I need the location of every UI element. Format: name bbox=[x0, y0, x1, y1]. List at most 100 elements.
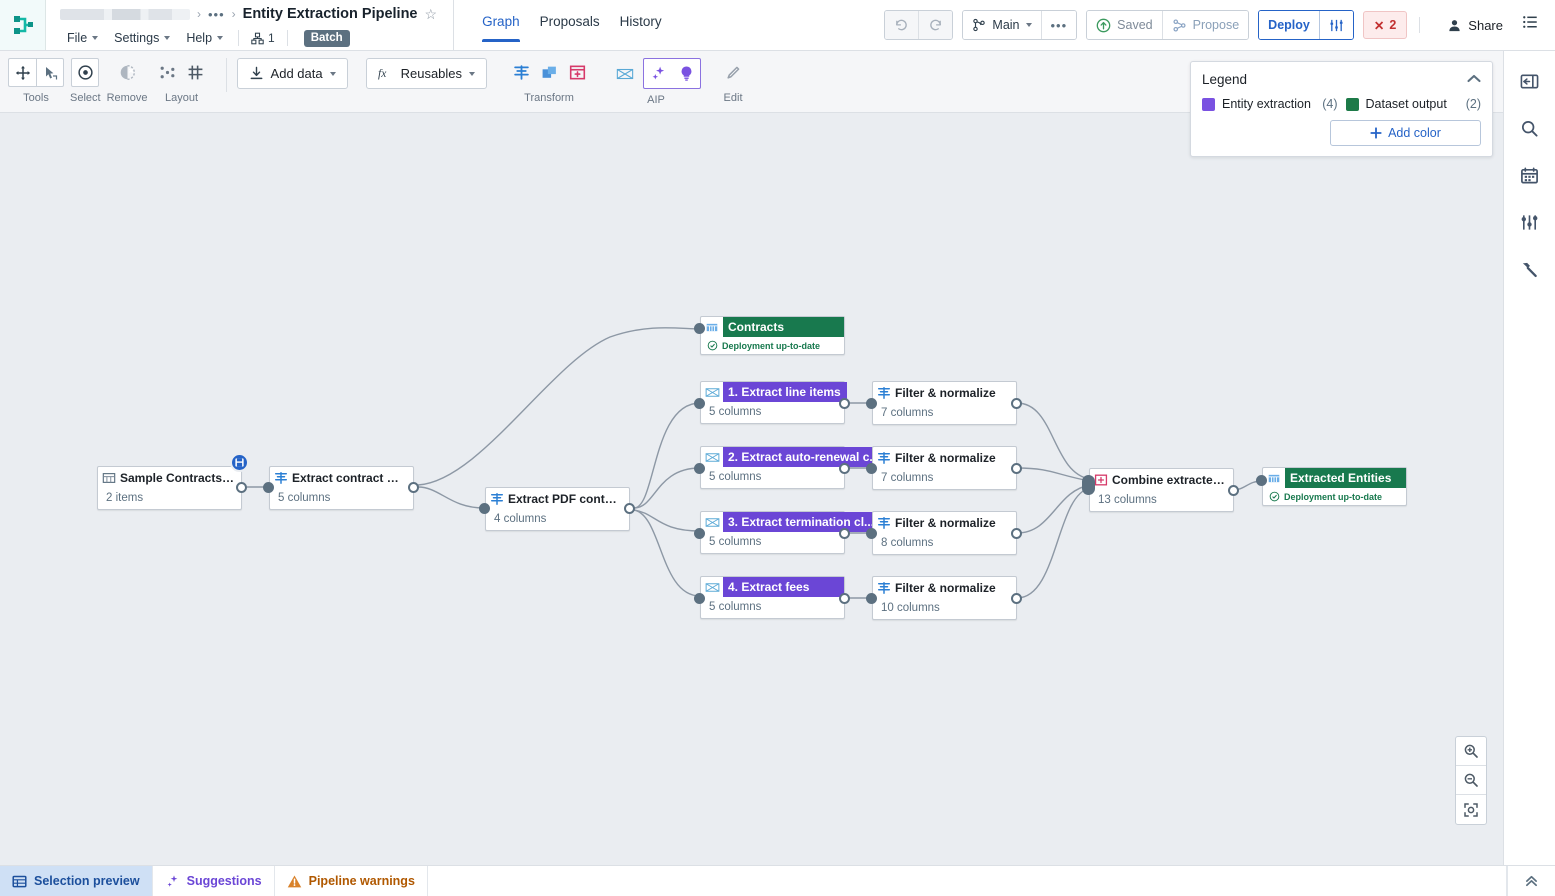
node-output-port[interactable] bbox=[839, 398, 850, 409]
pointer-select-icon[interactable] bbox=[36, 58, 64, 87]
aip-bulb-icon[interactable] bbox=[672, 59, 700, 88]
propose-icon bbox=[1172, 18, 1187, 33]
node-contracts-output[interactable]: Contracts Deployment up-to-date bbox=[700, 316, 845, 355]
node-extract-termination-clause[interactable]: 3. Extract termination cl... 5 columns bbox=[700, 511, 845, 554]
branch-selector[interactable]: Main bbox=[963, 11, 1041, 39]
remove-node-icon[interactable] bbox=[113, 58, 141, 87]
node-output-port[interactable] bbox=[624, 503, 635, 514]
zoom-in-button[interactable] bbox=[1456, 737, 1486, 766]
node-combine-extracted-entities[interactable]: Combine extracted entiti... 13 columns bbox=[1089, 468, 1234, 512]
app-logo[interactable] bbox=[0, 0, 46, 50]
grid-layout-icon[interactable] bbox=[182, 58, 210, 87]
target-select-icon[interactable] bbox=[71, 58, 99, 87]
bottom-tab-selection-preview[interactable]: Selection preview bbox=[0, 866, 153, 896]
propose-button[interactable]: Propose bbox=[1163, 11, 1249, 39]
batch-tag[interactable]: Batch bbox=[304, 30, 350, 47]
node-input-port[interactable] bbox=[1256, 475, 1267, 486]
pencil-edit-icon[interactable] bbox=[719, 58, 747, 87]
toolbar-divider-1 bbox=[226, 58, 227, 92]
node-input-port[interactable] bbox=[866, 528, 877, 539]
fit-to-screen-button[interactable] bbox=[1456, 795, 1486, 824]
legend-collapse-button[interactable] bbox=[1467, 70, 1481, 88]
node-sample-contracts-media[interactable]: Sample Contracts Media ... 2 items bbox=[97, 466, 242, 510]
branch-more-button[interactable]: ••• bbox=[1042, 11, 1077, 39]
node-filter-normalize-2[interactable]: Filter & normalize 7 columns bbox=[872, 446, 1017, 490]
node-extracted-entities-output[interactable]: Extracted Entities Deployment up-to-date bbox=[1262, 467, 1407, 506]
add-color-button[interactable]: Add color bbox=[1330, 120, 1481, 146]
node-title: Filter & normalize bbox=[895, 516, 1002, 530]
favorite-star-icon[interactable]: ☆ bbox=[425, 6, 438, 23]
legend-panel[interactable]: Legend Entity extraction (4) Dataset out… bbox=[1190, 61, 1493, 157]
node-extract-fees[interactable]: 4. Extract fees 5 columns bbox=[700, 576, 845, 619]
node-output-port[interactable] bbox=[1011, 593, 1022, 604]
move-tool-icon[interactable] bbox=[8, 58, 36, 87]
aip-sparkle-icon[interactable] bbox=[644, 59, 672, 88]
redo-button[interactable] bbox=[919, 11, 952, 39]
node-input-port[interactable] bbox=[866, 593, 877, 604]
node-input-port[interactable] bbox=[694, 323, 705, 334]
saved-dataset-badge[interactable] bbox=[230, 453, 249, 472]
error-count-button[interactable]: ✕ 2 bbox=[1363, 11, 1407, 39]
node-input-port[interactable] bbox=[263, 482, 274, 493]
node-input-port[interactable] bbox=[694, 398, 705, 409]
node-input-port[interactable] bbox=[479, 503, 490, 514]
legend-item-dataset-output[interactable]: Dataset output (2) bbox=[1346, 97, 1482, 111]
saved-button[interactable]: Saved bbox=[1087, 11, 1162, 39]
aip-extract-icon[interactable] bbox=[611, 59, 639, 88]
node-multi-input-port[interactable] bbox=[1082, 475, 1095, 495]
bottom-tab-label: Pipeline warnings bbox=[309, 874, 415, 888]
reusables-button[interactable]: fx Reusables bbox=[366, 58, 487, 89]
node-extract-contract-metadata[interactable]: Extract contract metadat... 5 columns bbox=[269, 466, 414, 510]
node-extract-pdf-contents[interactable]: Extract PDF contents by ... 4 columns bbox=[485, 487, 630, 531]
node-output-port[interactable] bbox=[1011, 398, 1022, 409]
deploy-button[interactable]: Deploy bbox=[1259, 11, 1320, 39]
hammer-icon[interactable] bbox=[1515, 255, 1545, 283]
graph-canvas[interactable]: Sample Contracts Media ... 2 items Extra… bbox=[0, 113, 1503, 865]
calendar-icon[interactable] bbox=[1515, 161, 1545, 189]
menu-file[interactable]: File bbox=[60, 29, 104, 47]
node-output-port[interactable] bbox=[408, 482, 419, 493]
node-filter-normalize-3[interactable]: Filter & normalize 8 columns bbox=[872, 511, 1017, 555]
add-column-icon[interactable] bbox=[563, 58, 591, 87]
breadcrumb-overflow[interactable]: ••• bbox=[208, 7, 225, 22]
share-button[interactable]: Share bbox=[1438, 18, 1512, 33]
node-extract-line-items[interactable]: 1. Extract line items 5 columns bbox=[700, 381, 845, 424]
node-input-port[interactable] bbox=[694, 463, 705, 474]
branch-count-chip[interactable]: 1 bbox=[248, 31, 278, 45]
rail-search-icon[interactable] bbox=[1515, 114, 1545, 142]
deploy-settings-button[interactable] bbox=[1320, 11, 1353, 39]
node-extract-auto-renewal[interactable]: 2. Extract auto-renewal c... 5 columns bbox=[700, 446, 845, 489]
bottom-panel-collapse-button[interactable] bbox=[1507, 866, 1555, 896]
node-output-port[interactable] bbox=[1228, 485, 1239, 496]
zoom-out-button[interactable] bbox=[1456, 766, 1486, 795]
node-output-port[interactable] bbox=[236, 482, 247, 493]
menu-help[interactable]: Help bbox=[179, 29, 229, 47]
bottom-tab-suggestions[interactable]: Suggestions bbox=[153, 866, 275, 896]
tab-proposals[interactable]: Proposals bbox=[530, 14, 610, 42]
menu-settings[interactable]: Settings bbox=[107, 29, 176, 47]
node-filter-normalize-4[interactable]: Filter & normalize 10 columns bbox=[872, 576, 1017, 620]
node-input-port[interactable] bbox=[866, 398, 877, 409]
transform-filter-icon[interactable] bbox=[507, 58, 535, 87]
panel-collapse-icon[interactable] bbox=[1515, 67, 1545, 95]
bottom-tab-pipeline-warnings[interactable]: Pipeline warnings bbox=[275, 866, 428, 896]
tab-history[interactable]: History bbox=[610, 14, 672, 42]
list-menu-button[interactable] bbox=[1512, 14, 1545, 36]
node-filter-normalize-1[interactable]: Filter & normalize 7 columns bbox=[872, 381, 1017, 425]
node-output-port[interactable] bbox=[1011, 528, 1022, 539]
node-input-port[interactable] bbox=[694, 528, 705, 539]
add-data-button[interactable]: Add data bbox=[237, 58, 348, 89]
tab-graph[interactable]: Graph bbox=[472, 14, 530, 42]
node-input-port[interactable] bbox=[694, 593, 705, 604]
node-output-port[interactable] bbox=[839, 463, 850, 474]
node-input-port[interactable] bbox=[866, 463, 877, 474]
rail-sliders-icon[interactable] bbox=[1515, 208, 1545, 236]
legend-item-entity-extraction[interactable]: Entity extraction (4) bbox=[1202, 97, 1338, 111]
scatter-layout-icon[interactable] bbox=[154, 58, 182, 87]
node-output-port[interactable] bbox=[839, 528, 850, 539]
node-output-port[interactable] bbox=[1011, 463, 1022, 474]
undo-button[interactable] bbox=[885, 11, 919, 39]
node-output-port[interactable] bbox=[839, 593, 850, 604]
join-tables-icon[interactable] bbox=[535, 58, 563, 87]
legend-item-label: Entity extraction bbox=[1222, 97, 1311, 111]
